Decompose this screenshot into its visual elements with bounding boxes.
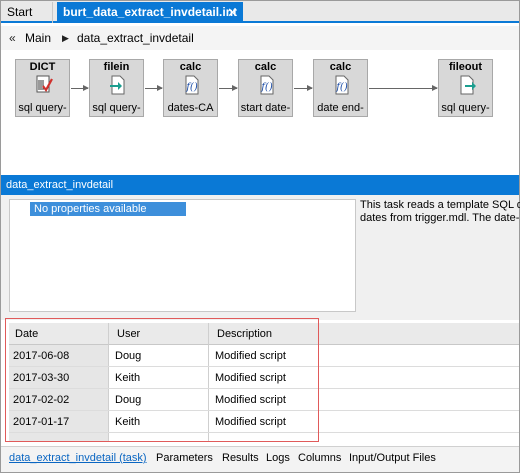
function-icon: f() — [185, 75, 199, 95]
no-properties-item[interactable]: No properties available — [30, 202, 186, 216]
description-cell: Modified script — [215, 394, 286, 406]
bottom-tab-parameters[interactable]: Parameters — [156, 452, 213, 464]
bottom-tab-bar: data_extract_invdetail (task) Parameters… — [1, 446, 519, 472]
node-title: fileout — [449, 61, 482, 73]
node-title: filein — [103, 61, 130, 73]
flow-node-calc-start[interactable]: calc f() start date- — [238, 59, 293, 117]
flow-canvas[interactable]: DICT sql query- filein sql query- calc f… — [1, 50, 519, 173]
user-cell: Doug — [109, 345, 209, 366]
properties-list[interactable]: No properties available — [9, 199, 356, 312]
description-cell: Modified script — [215, 350, 286, 362]
column-header-date[interactable]: Date — [9, 323, 109, 345]
task-description: This task reads a template SQL q dates f… — [360, 199, 520, 225]
flow-connector — [71, 85, 89, 91]
node-subtitle: sql query- — [18, 102, 67, 114]
user-cell: Keith — [109, 411, 209, 432]
description-line: This task reads a template SQL q — [360, 199, 520, 211]
back-icon[interactable]: « — [9, 26, 16, 50]
description-line: dates from trigger.mdl. The date-p — [360, 212, 520, 224]
flow-connector — [219, 85, 238, 91]
properties-panel: No properties available This task reads … — [1, 195, 520, 320]
history-table: Date User Description 2017-06-08 Doug Mo… — [1, 320, 519, 442]
node-subtitle: start date- — [240, 102, 291, 114]
dict-icon — [36, 75, 53, 93]
date-cell: 2017-06-08 — [9, 345, 109, 366]
document-tab-strip: Start burt_data_extract_invdetail.int ✕ — [1, 1, 519, 23]
node-subtitle: sql query- — [92, 102, 141, 114]
tab-start-label: Start — [7, 5, 33, 19]
tab-start[interactable]: Start — [1, 2, 53, 23]
flow-connector — [145, 85, 163, 91]
node-subtitle: date end- — [317, 102, 364, 114]
flow-node-filein[interactable]: filein sql query- — [89, 59, 144, 117]
breadcrumb: « Main ▶ data_extract_invdetail — [1, 26, 519, 50]
description-cell: Modified script — [215, 416, 286, 428]
date-cell-empty — [9, 433, 109, 442]
column-header-description[interactable]: Description — [209, 323, 519, 345]
flow-connector — [294, 85, 313, 91]
node-subtitle: dates-CA — [167, 102, 214, 114]
table-row[interactable]: 2017-02-02 Doug Modified script — [9, 389, 519, 411]
flow-node-fileout[interactable]: fileout sql query- — [438, 59, 493, 117]
node-title: calc — [179, 61, 202, 73]
bottom-tab-io-files[interactable]: Input/Output Files — [349, 452, 436, 464]
tab-burt-data-extract[interactable]: burt_data_extract_invdetail.int ✕ — [57, 2, 243, 23]
breadcrumb-current: data_extract_invdetail — [77, 31, 194, 45]
node-subtitle: sql query- — [441, 102, 490, 114]
user-cell-empty — [109, 433, 209, 442]
bottom-tab-results[interactable]: Results — [222, 452, 259, 464]
function-icon: f() — [260, 75, 274, 95]
file-in-icon — [110, 75, 125, 95]
bottom-tab-logs[interactable]: Logs — [266, 452, 290, 464]
flow-node-calc-end[interactable]: calc f() date end- — [313, 59, 368, 117]
flow-connector — [369, 85, 438, 91]
bottom-tab-columns[interactable]: Columns — [298, 452, 341, 464]
svg-text:f(): f() — [260, 82, 273, 93]
table-row[interactable]: 2017-01-17 Keith Modified script — [9, 411, 519, 433]
user-cell: Doug — [109, 389, 209, 410]
svg-text:f(): f() — [185, 82, 198, 93]
breadcrumb-separator-icon: ▶ — [62, 33, 69, 43]
bottom-tab-task[interactable]: data_extract_invdetail (task) — [9, 452, 147, 464]
table-row[interactable]: 2017-03-30 Keith Modified script — [9, 367, 519, 389]
table-row[interactable]: 2017-06-08 Doug Modified script — [9, 345, 519, 367]
column-header-user[interactable]: User — [109, 323, 209, 345]
close-icon[interactable]: ✕ — [227, 2, 238, 23]
description-cell: Modified script — [215, 372, 286, 384]
flow-node-dict[interactable]: DICT sql query- — [15, 59, 70, 117]
properties-header: data_extract_invdetail — [1, 175, 519, 195]
date-cell: 2017-03-30 — [9, 367, 109, 388]
date-cell: 2017-02-02 — [9, 389, 109, 410]
node-title: DICT — [29, 61, 56, 73]
flow-node-calc-dates[interactable]: calc f() dates-CA — [163, 59, 218, 117]
table-row-partial — [9, 433, 519, 442]
breadcrumb-main-link[interactable]: Main — [25, 26, 51, 50]
user-cell: Keith — [109, 367, 209, 388]
properties-title: data_extract_invdetail — [6, 179, 114, 191]
date-cell: 2017-01-17 — [9, 411, 109, 432]
function-icon: f() — [335, 75, 349, 95]
tab-active-label: burt_data_extract_invdetail.int — [63, 5, 238, 19]
node-title: calc — [329, 61, 352, 73]
file-out-icon — [460, 75, 476, 95]
svg-text:f(): f() — [335, 82, 348, 93]
node-title: calc — [254, 61, 277, 73]
